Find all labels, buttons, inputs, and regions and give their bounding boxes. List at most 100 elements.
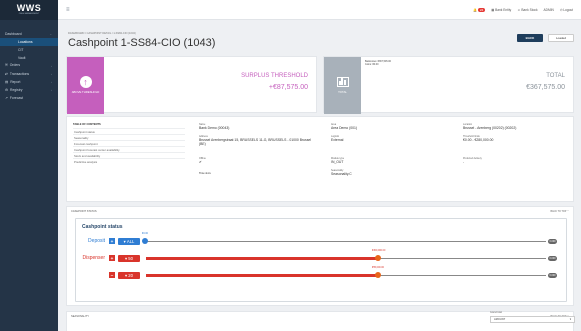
deposit-add-icon[interactable]: + bbox=[109, 238, 115, 244]
dispenser-remove-icon[interactable]: − bbox=[109, 272, 115, 278]
logout-icon: ⏻ bbox=[559, 7, 563, 12]
chevron-right-icon: › bbox=[51, 88, 52, 92]
dispenser-handle[interactable] bbox=[375, 272, 381, 278]
back-to-top-label: BACK TO TOP bbox=[550, 210, 567, 213]
topbar-right: 🔔 24 ▦ Bank Entity ☺ Bank Stock ADMIN ⏻ … bbox=[473, 7, 573, 12]
sidebar-item-transactions[interactable]: ⇄ Transactions › bbox=[0, 70, 58, 78]
sidebar-item-forecast[interactable]: ↗ Forecast bbox=[0, 94, 58, 102]
sidebar-item-vault[interactable]: Vault bbox=[0, 54, 58, 62]
back-to-top-link[interactable]: BACK TO TOP ⌃ bbox=[550, 210, 569, 213]
section-header: CASHPOINT STATUS bbox=[71, 210, 97, 213]
sidebar-item-locations[interactable]: Locations bbox=[0, 38, 58, 46]
toc-title: TABLE OF CONTENTS bbox=[73, 123, 101, 126]
select-label: Grand total bbox=[490, 311, 502, 314]
sidebar-item-label: Vault bbox=[18, 56, 26, 60]
sidebar-item-label: Locations bbox=[18, 40, 33, 44]
sidebar-item-label: Transactions bbox=[9, 72, 30, 76]
entity-selector[interactable]: ▦ Bank Entity bbox=[491, 8, 511, 12]
loaded-button[interactable]: Loaded bbox=[548, 34, 574, 42]
deposit-denom-button[interactable]: ▾ ALL bbox=[118, 237, 140, 245]
sidebar-item-label: Dashboard bbox=[5, 32, 22, 36]
field-area: Area Area Demo (001) bbox=[331, 123, 451, 130]
report-icon: ▤ bbox=[5, 80, 9, 84]
field-time-slots: Time slots bbox=[199, 172, 299, 175]
sidebar-item-label: Report bbox=[10, 80, 21, 84]
menu-toggle-icon[interactable]: ≡ bbox=[66, 7, 70, 13]
bar-chart-icon bbox=[336, 77, 349, 87]
total-heading: TOTAL bbox=[546, 73, 565, 79]
cashpoint-status-section: CASHPOINT STATUS BACK TO TOP ⌃ Cashpoint… bbox=[66, 206, 574, 306]
threshold-tile: ↑ ABOVE THRESHOLD bbox=[67, 57, 104, 114]
building-icon: ▦ bbox=[491, 7, 495, 12]
chevron-down-icon: ▾ bbox=[123, 238, 126, 244]
chevron-right-icon: › bbox=[51, 72, 52, 76]
user-menu[interactable]: ☺ Bank Stock bbox=[517, 8, 537, 12]
logout-button[interactable]: ⏻ Logout bbox=[560, 8, 573, 12]
field-name: Name Bank Demo (00043) bbox=[199, 123, 319, 130]
field-value: Bank Demo (00043) bbox=[199, 126, 230, 130]
dispenser-add-icon[interactable]: + bbox=[109, 255, 115, 261]
sidebar-item-dashboard[interactable]: Dashboard ⌄ bbox=[0, 30, 58, 38]
dispenser-denom-button[interactable]: ▾ 50 bbox=[118, 254, 140, 262]
app-logo[interactable]: WWS CASH MANAGEMENT bbox=[0, 0, 58, 20]
field-value: €0.00 - €280,000.00 bbox=[463, 138, 494, 142]
logo-subtitle: CASH MANAGEMENT bbox=[18, 13, 40, 15]
dispenser-handle[interactable] bbox=[375, 255, 381, 261]
field-value: Brussel - Arenberg (00202) (00202) bbox=[463, 126, 517, 130]
check-icon: ✔ bbox=[199, 160, 202, 164]
arrow-up-icon: ↑ bbox=[79, 76, 92, 89]
field-value: Area Demo (001) bbox=[331, 126, 358, 130]
sidebar-item-label: CIT bbox=[18, 48, 24, 52]
sidebar-item-label: Orders bbox=[9, 63, 21, 67]
cashpoint-info-card: TABLE OF CONTENTS Cashpoint status Seaso… bbox=[66, 116, 574, 202]
back-button[interactable]: BACK bbox=[517, 34, 543, 42]
panel-title: Cashpoint status bbox=[82, 224, 123, 230]
orders-icon: 🗎 bbox=[5, 63, 8, 67]
field-logistic: Logistic External bbox=[331, 135, 451, 142]
notifications-button[interactable]: 🔔 24 bbox=[473, 7, 486, 12]
field-address: Address Brussel Arenbergstraat 15, BRUSS… bbox=[199, 135, 314, 146]
cashpoint-status-panel: Cashpoint status Deposit + ▾ ALL €0.00 0… bbox=[75, 218, 567, 302]
field-value: External bbox=[331, 138, 344, 142]
field-module-type: Module type IN_OUT bbox=[331, 157, 451, 164]
deposit-badge: 0.000 bbox=[548, 238, 557, 244]
chevron-right-icon: › bbox=[51, 64, 52, 68]
bell-icon: 🔔 bbox=[473, 7, 477, 12]
sidebar-item-label: Registry bbox=[10, 88, 23, 92]
dispenser-denom-button[interactable]: ▾ 20 bbox=[118, 271, 140, 279]
role-label: ADMIN bbox=[543, 7, 554, 12]
table-of-contents: TABLE OF CONTENTS Cashpoint status Seaso… bbox=[73, 123, 185, 164]
sidebar-item-cit[interactable]: CIT bbox=[0, 46, 58, 54]
deposit-handle[interactable] bbox=[142, 238, 148, 244]
breadcrumb[interactable]: DASHBOARD / CASHPOINT DETAIL / 1-SS84-CI… bbox=[68, 32, 136, 35]
toc-link[interactable]: Predictive analysis bbox=[73, 158, 185, 164]
field-seasonality: Seasonality Seasonality.C bbox=[331, 169, 451, 176]
logo-mark: WWS bbox=[16, 3, 42, 13]
field-location: Location Brussel - Arenberg (00202) (002… bbox=[463, 123, 573, 130]
section-header: SEASONALITY bbox=[71, 315, 90, 318]
dispenser-label: Dispenser bbox=[82, 255, 105, 261]
deposit-label: Deposit bbox=[88, 238, 105, 244]
threshold-value: +€87,575.00 bbox=[268, 84, 308, 91]
dispenser-tip: €300,000.00 bbox=[372, 249, 386, 252]
sidebar-item-registry[interactable]: ⚙ Registry › bbox=[0, 86, 58, 94]
sidebar-item-label: Forecast bbox=[9, 96, 24, 100]
dispenser-track bbox=[146, 257, 546, 260]
sidebar-item-orders[interactable]: 🗎 Orders › bbox=[0, 62, 58, 70]
dispenser-fill bbox=[146, 257, 378, 260]
dispenser-denom-label: 50 bbox=[128, 255, 133, 261]
top-bar: ≡ 🔔 24 ▦ Bank Entity ☺ Bank Stock ADMIN … bbox=[58, 0, 581, 20]
dispenser-track bbox=[146, 274, 546, 277]
deposit-track bbox=[146, 240, 546, 242]
transactions-icon: ⇄ bbox=[5, 72, 8, 76]
threshold-kpi-card: ↑ ABOVE THRESHOLD SURPLUS THRESHOLD +€87… bbox=[66, 56, 317, 114]
field-value: Brussel Arenbergstraat 15, BRUSSELS 11-G… bbox=[199, 138, 312, 146]
threshold-heading: SURPLUS THRESHOLD bbox=[241, 73, 308, 79]
sidebar-item-report[interactable]: ▤ Report › bbox=[0, 78, 58, 86]
total-breakdown: Banknotes: €367,545.00 Coins: €0.00 bbox=[365, 60, 391, 67]
main-content: DASHBOARD / CASHPOINT DETAIL / 1-SS84-CI… bbox=[58, 20, 581, 331]
grand-total-select[interactable]: AMOUNT ▾ bbox=[490, 316, 575, 323]
chevron-down-icon: ⌄ bbox=[49, 32, 52, 36]
select-value: AMOUNT bbox=[494, 318, 506, 321]
field-offline: Offline ✔ bbox=[199, 157, 299, 164]
